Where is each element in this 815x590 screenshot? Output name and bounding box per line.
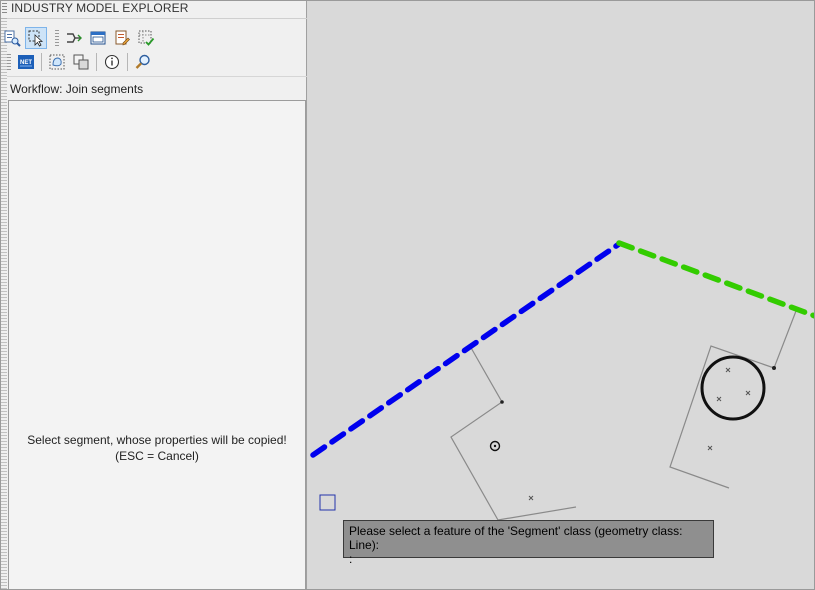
find-feature-icon[interactable] (1, 27, 23, 49)
dotnet-icon[interactable]: NET (15, 51, 37, 73)
digitize-area-icon[interactable] (46, 51, 68, 73)
panel-grip-icon[interactable] (2, 3, 7, 15)
svg-text:NET: NET (20, 60, 32, 66)
title-divider (0, 18, 307, 19)
toolbar-divider (7, 76, 307, 77)
small-circle-center (493, 444, 497, 448)
panel-dock-grip[interactable] (0, 18, 7, 590)
overlap-icon[interactable] (70, 51, 92, 73)
map-canvas[interactable] (308, 0, 815, 590)
edit-form-icon[interactable] (111, 27, 133, 49)
parcel-outline-right (669, 310, 797, 489)
workflow-content-area: Select segment, whose properties will be… (8, 100, 306, 590)
toolbar-grip (7, 54, 11, 70)
instruction-text: Select segment, whose properties will be… (27, 433, 287, 447)
toolbar-secondary: NET (0, 50, 156, 74)
workflow-instructions: Select segment, whose properties will be… (9, 432, 305, 464)
x-markers (528, 367, 751, 501)
map-drawing[interactable] (308, 0, 815, 590)
pick-cursor-box (319, 494, 336, 511)
parcel-outline-left (450, 345, 577, 521)
validate-grid-icon[interactable] (135, 27, 157, 49)
big-circle-feature[interactable] (700, 355, 766, 421)
panel-title: INDUSTRY MODEL EXPLORER (11, 1, 189, 15)
prompt-text: Please select a feature of the 'Segment'… (349, 524, 683, 552)
segment-green[interactable] (616, 240, 815, 319)
toolbar-separator (127, 53, 128, 71)
info-icon[interactable] (101, 51, 123, 73)
cancel-hint: (ESC = Cancel) (115, 449, 199, 463)
toolbar-separator (96, 53, 97, 71)
toolbar-primary (0, 26, 159, 50)
toolbar-grip (55, 30, 59, 46)
vertex-marker (772, 366, 776, 370)
form-window-icon[interactable] (87, 27, 109, 49)
toolbar-separator (41, 53, 42, 71)
workflow-label: Workflow: Join segments (10, 82, 144, 96)
vertex-marker (500, 400, 504, 404)
select-feature-icon[interactable] (25, 27, 47, 49)
command-prompt-tooltip: Please select a feature of the 'Segment'… (343, 520, 714, 566)
workflow-icon[interactable] (63, 27, 85, 49)
prompt-input-line: : (349, 552, 353, 566)
industry-model-explorer-panel: INDUSTRY MODEL EXPLORER NET Workflow: Jo… (0, 0, 307, 590)
zoom-icon[interactable] (132, 51, 154, 73)
segment-blue[interactable] (310, 241, 622, 458)
